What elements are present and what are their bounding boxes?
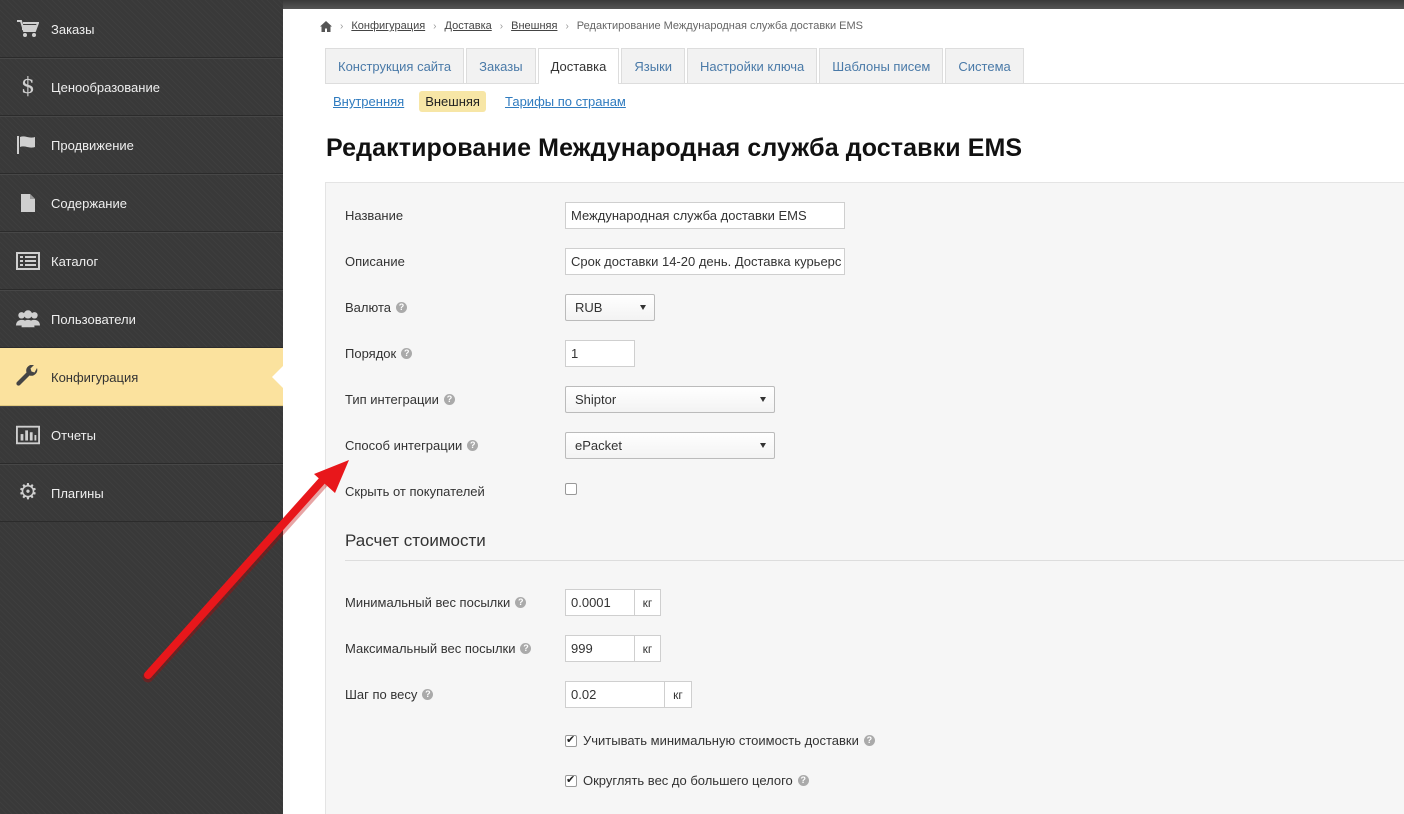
sidebar-item-label: Ценообразование [51, 79, 160, 95]
integration-type-select[interactable]: Shiptor [565, 386, 775, 413]
breadcrumb: › Конфигурация › Доставка › Внешняя › Ре… [320, 20, 863, 32]
breadcrumb-separator: › [499, 20, 504, 32]
sidebar-item-promotion[interactable]: Продвижение [0, 116, 283, 174]
sidebar-item-label: Конфигурация [51, 369, 139, 385]
min-cost-label: Учитывать минимальную стоимость доставки… [583, 733, 875, 748]
unit-addon: кг [664, 681, 692, 708]
sidebar-item-orders[interactable]: Заказы [0, 0, 283, 58]
weight-step-field[interactable]: 0.02 [565, 681, 665, 708]
tab-site-construction[interactable]: Конструкция сайта [325, 48, 465, 83]
sidebar-item-label: Заказы [51, 21, 95, 37]
description-field[interactable]: Срок доставки 14-20 день. Доставка курье… [565, 248, 845, 275]
breadcrumb-separator: › [565, 20, 569, 32]
section-divider [345, 560, 1404, 561]
subnav-country-rates[interactable]: Тарифы по странам [501, 91, 630, 112]
sidebar-item-pricing[interactable]: $ Ценообразование [0, 58, 283, 116]
breadcrumb-link-delivery[interactable]: Доставка [445, 20, 492, 32]
min-weight-label: Минимальный вес посылки? [345, 595, 527, 610]
currency-select[interactable]: RUB [565, 294, 655, 321]
help-icon[interactable]: ? [467, 440, 479, 451]
sidebar-item-configuration[interactable]: Конфигурация [0, 348, 283, 406]
help-icon[interactable]: ? [797, 775, 809, 786]
sidebar-item-plugins[interactable]: ⚙ Плагины [0, 464, 283, 522]
cost-section-title: Расчет стоимости [345, 531, 486, 550]
page-title: Редактирование Международная служба дост… [326, 134, 1023, 162]
form-panel [325, 182, 1404, 814]
bar-chart-icon [16, 423, 40, 447]
name-field[interactable]: Международная служба доставки EMS [565, 202, 845, 229]
wrench-icon [16, 365, 40, 389]
integration-type-label: Тип интеграции? [345, 392, 455, 407]
tab-delivery[interactable]: Доставка [537, 48, 620, 84]
help-icon[interactable]: ? [515, 597, 527, 608]
chevron-down-icon [760, 443, 766, 448]
cart-icon [16, 17, 40, 41]
tab-orders[interactable]: Заказы [466, 48, 536, 83]
top-strip [283, 0, 1404, 9]
name-label: Название [345, 208, 404, 223]
unit-addon: кг [634, 635, 661, 662]
max-weight-label: Максимальный вес посылки? [345, 641, 532, 656]
integration-method-label: Способ интеграции? [345, 438, 479, 453]
hide-label: Скрыть от покупателей [345, 484, 485, 499]
sidebar-item-label: Продвижение [51, 137, 134, 153]
tab-email-templates[interactable]: Шаблоны писем [819, 48, 944, 83]
help-icon[interactable]: ? [396, 302, 407, 313]
hide-checkbox[interactable] [565, 483, 577, 495]
tab-bar: Конструкция сайта Заказы Доставка Языки … [325, 48, 1404, 84]
breadcrumb-current: Редактирование Международная служба дост… [576, 20, 864, 32]
order-label: Порядок? [345, 346, 413, 361]
tab-system[interactable]: Система [945, 48, 1024, 83]
currency-label: Валюта? [345, 300, 407, 315]
chevron-down-icon [760, 397, 766, 402]
sidebar-item-reports[interactable]: Отчеты [0, 406, 283, 464]
sidebar: Заказы $ Ценообразование Продвижение Сод… [0, 0, 283, 814]
description-label: Описание [345, 254, 405, 269]
sidebar-item-label: Содержание [51, 195, 127, 211]
tab-languages[interactable]: Языки [621, 48, 686, 83]
breadcrumb-link-external[interactable]: Внешняя [511, 20, 557, 32]
users-icon [16, 307, 40, 331]
min-weight-field[interactable]: 0.0001 [565, 589, 635, 616]
gear-icon: ⚙ [18, 480, 38, 505]
weight-step-label: Шаг по весу? [345, 687, 434, 702]
help-icon[interactable]: ? [443, 394, 455, 405]
list-icon [16, 249, 40, 273]
sub-navigation: Внутренняя Внешняя Тарифы по странам [329, 91, 641, 112]
sidebar-item-label: Плагины [51, 485, 104, 501]
subnav-internal[interactable]: Внутренняя [329, 91, 408, 112]
round-weight-label: Округлять вес до большего целого? [583, 773, 809, 788]
home-icon[interactable] [320, 20, 332, 32]
sidebar-item-label: Отчеты [51, 427, 96, 443]
dollar-icon: $ [21, 74, 35, 99]
order-field[interactable]: 1 [565, 340, 635, 367]
help-icon[interactable]: ? [520, 643, 532, 654]
sidebar-item-users[interactable]: Пользователи [0, 290, 283, 348]
subnav-external[interactable]: Внешняя [419, 91, 486, 112]
flag-icon [16, 133, 40, 157]
max-weight-field[interactable]: 999 [565, 635, 635, 662]
integration-method-select[interactable]: ePacket [565, 432, 775, 459]
sidebar-item-label: Каталог [51, 253, 99, 269]
round-weight-checkbox[interactable] [565, 773, 577, 787]
sidebar-item-catalog[interactable]: Каталог [0, 232, 283, 290]
tab-key-settings[interactable]: Настройки ключа [687, 48, 818, 83]
help-icon[interactable]: ? [422, 689, 434, 700]
breadcrumb-separator: › [340, 20, 344, 32]
sidebar-item-label: Пользователи [51, 311, 136, 327]
min-cost-checkbox[interactable] [565, 733, 577, 747]
help-icon[interactable]: ? [401, 348, 413, 359]
chevron-down-icon [640, 305, 646, 310]
breadcrumb-link-configuration[interactable]: Конфигурация [351, 20, 425, 32]
help-icon[interactable]: ? [863, 735, 875, 746]
unit-addon: кг [634, 589, 661, 616]
breadcrumb-separator: › [433, 20, 437, 32]
sidebar-item-content[interactable]: Содержание [0, 174, 283, 232]
document-icon [16, 191, 40, 215]
